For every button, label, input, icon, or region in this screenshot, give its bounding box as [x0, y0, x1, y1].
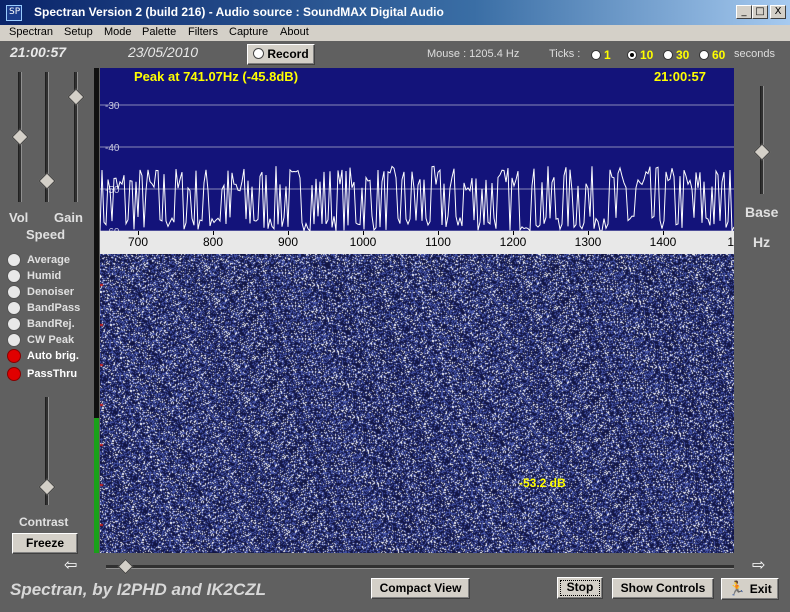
maximize-button[interactable]: □: [752, 5, 768, 19]
db-gridline-label: -40: [105, 143, 120, 154]
stop-button[interactable]: Stop: [557, 577, 603, 599]
waterfall-canvas: [100, 254, 734, 553]
frequency-tick-label: 15: [727, 235, 734, 249]
tick-option-1[interactable]: 1: [591, 48, 611, 62]
seconds-label: seconds: [734, 48, 775, 60]
base-slider-track[interactable]: [760, 86, 764, 194]
tick-option-30[interactable]: 30: [663, 48, 689, 62]
gain-slider-thumb[interactable]: [67, 88, 85, 106]
radio-icon: [699, 50, 709, 60]
compact-view-button[interactable]: Compact View: [371, 578, 470, 599]
option-radio-icon: [7, 317, 21, 331]
radio-icon: [591, 50, 601, 60]
option-bandrej[interactable]: BandRej.: [7, 316, 75, 332]
option-bandpass[interactable]: BandPass: [7, 300, 80, 316]
menu-mode[interactable]: Mode: [104, 26, 132, 38]
level-meter: [94, 68, 99, 553]
option-humid[interactable]: Humid: [7, 268, 61, 284]
credit-text: Spectran, by I2PHD and IK2CZL: [10, 580, 266, 599]
spectrum-display[interactable]: -30-40-50-60 Peak at 741.07Hz (-45.8dB) …: [100, 68, 734, 231]
contrast-label: Contrast: [19, 515, 69, 529]
frequency-scroll-thumb[interactable]: [117, 558, 134, 575]
running-man-icon: 🏃: [728, 580, 746, 596]
waterfall-db-readout: -53.2 dB: [519, 476, 566, 490]
record-radio-icon: [253, 48, 265, 59]
gain-label: Gain: [54, 210, 83, 225]
vol-slider-thumb[interactable]: [11, 128, 29, 146]
frequency-tick-label: 1100: [425, 235, 451, 249]
frequency-tick-label: 1400: [649, 235, 677, 249]
option-radio-icon: [7, 285, 21, 299]
vol-label: Vol: [9, 210, 29, 225]
hz-label: Hz: [753, 234, 771, 250]
exit-button[interactable]: 🏃 Exit: [721, 578, 779, 600]
frequency-tick-label: 1000: [349, 235, 377, 249]
option-radio-icon: [7, 301, 21, 315]
arrow-left-icon[interactable]: ⇦: [64, 555, 77, 575]
ticks-label: Ticks :: [549, 48, 581, 60]
option-radio-icon: [7, 269, 21, 283]
base-label: Base: [745, 204, 779, 220]
option-radio-on-icon: [7, 367, 21, 381]
option-radio-icon: [7, 253, 21, 267]
menu-about[interactable]: About: [280, 26, 309, 38]
option-radio-icon: [7, 333, 21, 347]
tick-option-60[interactable]: 60: [699, 48, 725, 62]
date: 23/05/2010: [128, 44, 199, 60]
waterfall-display[interactable]: -53.2 dB: [100, 254, 734, 553]
spectrum-trace: [100, 165, 734, 231]
option-auto-brig[interactable]: Auto brig.: [7, 348, 79, 364]
close-button[interactable]: X: [770, 5, 786, 19]
frequency-tick-label: 700: [127, 235, 149, 249]
menu-spectran[interactable]: Spectran: [9, 26, 53, 38]
option-denoiser[interactable]: Denoiser: [7, 284, 74, 300]
level-meter-fill: [94, 418, 99, 553]
option-radio-on-icon: [7, 349, 21, 363]
freeze-button[interactable]: Freeze: [12, 533, 78, 554]
frequency-tick-label: 900: [277, 235, 299, 249]
title-bar: SP Spectran Version 2 (build 216) - Audi…: [0, 0, 790, 25]
speed-slider-thumb[interactable]: [38, 172, 56, 190]
frequency-tick-label: 800: [202, 235, 224, 249]
record-button[interactable]: Record: [247, 44, 315, 65]
contrast-slider-thumb[interactable]: [38, 478, 56, 496]
frequency-scroll-track[interactable]: [106, 565, 734, 569]
option-average[interactable]: Average: [7, 252, 70, 268]
frequency-tick-label: 1300: [574, 235, 602, 249]
radio-selected-icon: [627, 50, 637, 60]
spectrum-time: 21:00:57: [653, 69, 706, 84]
menu-capture[interactable]: Capture: [229, 26, 268, 38]
app-icon[interactable]: SP: [6, 5, 22, 21]
base-slider-thumb[interactable]: [753, 143, 771, 161]
db-gridline-label: -30: [105, 101, 120, 112]
menu-palette[interactable]: Palette: [142, 26, 176, 38]
menu-setup[interactable]: Setup: [64, 26, 93, 38]
option-cw-peak[interactable]: CW Peak: [7, 332, 74, 348]
arrow-right-icon[interactable]: ⇨: [752, 555, 765, 575]
radio-icon: [663, 50, 673, 60]
frequency-axis[interactable]: 700 800 900 1000 1100 1200 1300 1400 15: [100, 231, 734, 254]
peak-readout: Peak at 741.07Hz (-45.8dB): [134, 69, 299, 84]
menu-bar: Spectran Setup Mode Palette Filters Capt…: [0, 25, 790, 41]
menu-filters[interactable]: Filters: [188, 26, 218, 38]
window-title: Spectran Version 2 (build 216) - Audio s…: [34, 5, 444, 19]
clock: 21:00:57: [10, 44, 67, 60]
option-passthru[interactable]: PassThru: [7, 366, 77, 382]
show-controls-button[interactable]: Show Controls: [612, 578, 714, 599]
tick-option-10[interactable]: 10: [627, 48, 653, 62]
frequency-tick-label: 1200: [499, 235, 527, 249]
spectrum-plot: -30-40-50-60: [100, 101, 734, 231]
mouse-frequency: Mouse : 1205.4 Hz: [427, 48, 520, 60]
minimize-button[interactable]: _: [736, 5, 752, 19]
speed-label: Speed: [26, 227, 66, 242]
